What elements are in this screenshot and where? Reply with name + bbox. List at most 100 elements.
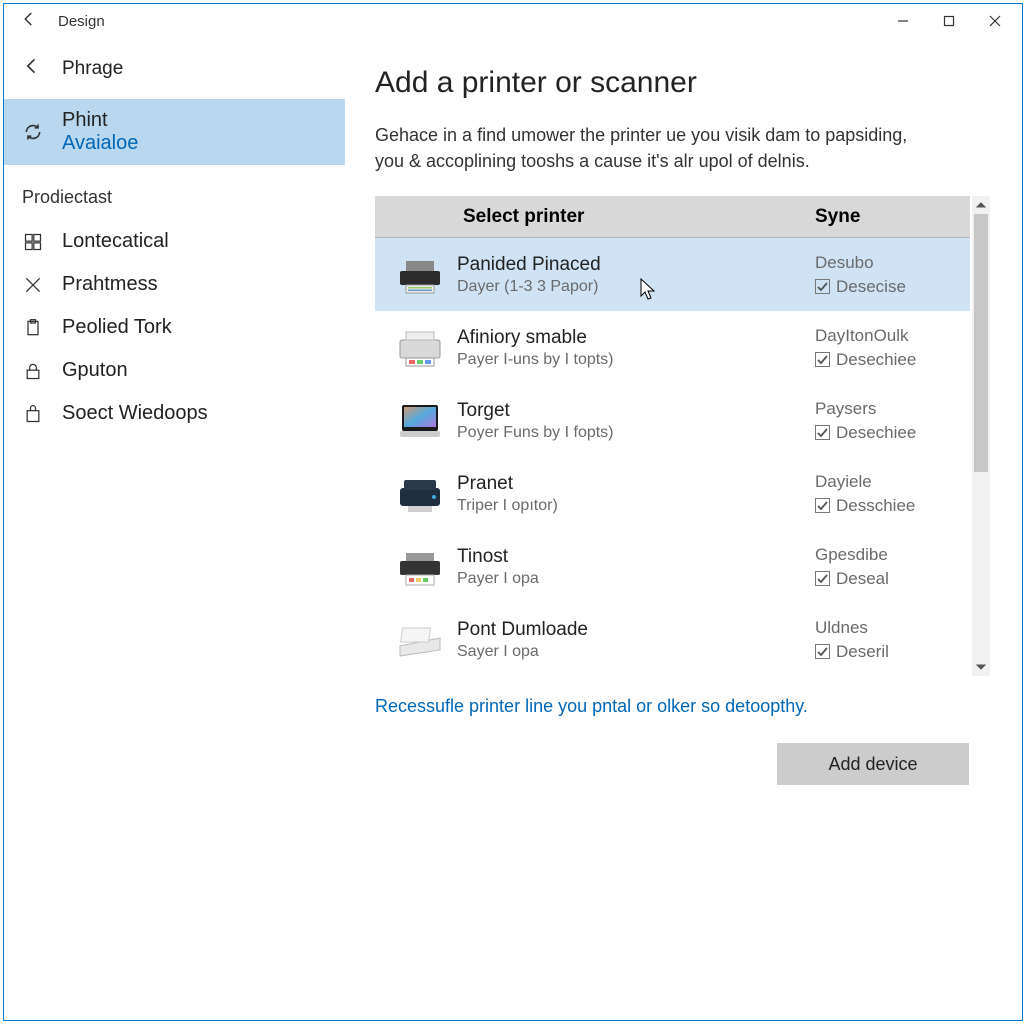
printer-icon	[385, 472, 455, 516]
printer-row[interactable]: Pranet Triper I opıtor)Dayiele Desschiee	[375, 457, 970, 530]
sidebar-item-gputon[interactable]: Gputon	[4, 349, 345, 392]
sidebar-back-row[interactable]: Phrage	[4, 56, 345, 99]
printer-sync: Dayiele Desschiee	[815, 472, 960, 516]
sidebar-item-label: Peolied Tork	[62, 316, 172, 339]
sidebar-item-text: Phint Avaialoe	[62, 109, 138, 155]
printer-name: Pranet	[457, 473, 815, 495]
sidebar-item-label: Soect Wiedoops	[62, 402, 208, 425]
printer-name: Tinost	[457, 546, 815, 568]
page-title: Add a printer or scanner	[375, 66, 970, 100]
window-title: Design	[58, 13, 105, 30]
help-link[interactable]: Recessufle printer line you pntal or olk…	[375, 696, 970, 717]
scrollbar[interactable]	[972, 196, 990, 676]
sidebar-item-label: Prahtmess	[62, 273, 158, 296]
printer-sync: Paysers Desechiee	[815, 399, 960, 443]
printer-name: Pont Dumloade	[457, 619, 815, 641]
lock-icon	[22, 360, 44, 382]
sidebar-item-lontecatical[interactable]: Lontecatical	[4, 220, 345, 263]
printer-sync: DesuboDesecise	[815, 253, 960, 297]
sidebar-item-label: Lontecatical	[62, 230, 169, 253]
sync-status: Uldnes	[815, 618, 960, 638]
list-header: Select printer Syne	[375, 196, 970, 238]
printer-row[interactable]: Panided Pinaced Dayer (1-3 3 Papor)Desubo…	[375, 238, 970, 311]
scroll-down-icon[interactable]	[972, 658, 990, 676]
maximize-button[interactable]	[926, 5, 972, 37]
scroll-thumb[interactable]	[974, 214, 988, 472]
printer-sync: DayItonOulk Desechiee	[815, 326, 960, 370]
sync-check-label: Desechiee	[836, 423, 916, 443]
sync-check-label: Desechiee	[836, 350, 916, 370]
list-body: Panided Pinaced Dayer (1-3 3 Papor)Desubo…	[375, 238, 970, 676]
scroll-up-icon[interactable]	[972, 196, 990, 214]
printer-sub: Sayer I opa	[457, 643, 815, 661]
column-header-sync[interactable]: Syne	[815, 206, 970, 228]
sidebar-item-peolied-tork[interactable]: Peolied Tork	[4, 306, 345, 349]
printer-icon	[385, 545, 455, 589]
sidebar-item-line1: Phint	[62, 109, 138, 132]
printer-sub: Dayer (1-3 3 Papor)	[457, 278, 815, 296]
printer-row[interactable]: Tinost Payer I opaGpesdibeDeseal	[375, 530, 970, 603]
sidebar-item-prahtmess[interactable]: Prahtmess	[4, 263, 345, 306]
titlebar-left: Design	[20, 10, 105, 33]
grid-icon	[22, 231, 44, 253]
sync-checkbox[interactable]: Deseal	[815, 569, 960, 589]
printer-sync: GpesdibeDeseal	[815, 545, 960, 589]
sync-check-label: Desecise	[836, 277, 906, 297]
printer-name: Torget	[457, 400, 815, 422]
back-icon[interactable]	[20, 10, 38, 33]
back-icon	[22, 56, 42, 81]
sidebar-item-soect-wiedoops[interactable]: Soect Wiedoops	[4, 392, 345, 435]
sidebar-item-label: Gputon	[62, 359, 128, 382]
sync-status: Paysers	[815, 399, 960, 419]
cursor-icon	[640, 278, 658, 307]
sync-status: DayItonOulk	[815, 326, 960, 346]
sync-check-label: Deseal	[836, 569, 889, 589]
printer-sub: Payer I-uns by I topts)	[457, 351, 815, 369]
settings-window: Design Phrage Phint Avaialoe	[3, 3, 1023, 1021]
add-device-button[interactable]: Add device	[777, 743, 969, 785]
printer-icon	[385, 326, 455, 370]
page-description: Gehace in a find umower the printer ue y…	[375, 122, 935, 174]
printer-name: Afiniory smable	[457, 327, 815, 349]
printer-main: Pont Dumloade Sayer I opa	[455, 619, 815, 661]
sync-checkbox[interactable]: Desecise	[815, 277, 960, 297]
printer-icon	[385, 399, 455, 443]
printer-icon	[385, 253, 455, 297]
printer-sync: Uldnes Deseril	[815, 618, 960, 662]
titlebar: Design	[4, 4, 1022, 38]
clipboard-icon	[22, 317, 44, 339]
tools-icon	[22, 274, 44, 296]
sync-check-label: Desschiee	[836, 496, 915, 516]
scroll-track[interactable]	[972, 214, 990, 658]
sidebar: Phrage Phint Avaialoe Prodiectast Lontec…	[4, 38, 345, 1020]
printer-icon	[385, 618, 455, 662]
printer-name: Panided Pinaced	[457, 254, 815, 276]
printer-main: Afiniory smable Payer I-uns by I topts)	[455, 327, 815, 369]
close-button[interactable]	[972, 5, 1018, 37]
sync-check-label: Deseril	[836, 642, 889, 662]
sidebar-item-line2: Avaialoe	[62, 132, 138, 155]
body: Phrage Phint Avaialoe Prodiectast Lontec…	[4, 38, 1022, 1020]
printer-sub: Payer I opa	[457, 570, 815, 588]
sync-checkbox[interactable]: Desschiee	[815, 496, 960, 516]
content: Add a printer or scanner Gehace in a fin…	[345, 38, 1022, 1020]
printer-row[interactable]: Pont Dumloade Sayer I opaUldnes Deseril	[375, 603, 970, 676]
printer-row[interactable]: Afiniory smable Payer I-uns by I topts)Da…	[375, 311, 970, 384]
printer-main: Panided Pinaced Dayer (1-3 3 Papor)	[455, 254, 815, 296]
column-header-printer[interactable]: Select printer	[375, 206, 815, 228]
printer-list: Select printer Syne Panided Pinaced Dayer…	[375, 196, 970, 676]
sync-checkbox[interactable]: Desechiee	[815, 423, 960, 443]
printer-row[interactable]: Torget Poyer Funs by I fopts)Paysers Desec…	[375, 384, 970, 457]
window-controls	[880, 5, 1018, 37]
sync-status: Dayiele	[815, 472, 960, 492]
printer-main: Pranet Triper I opıtor)	[455, 473, 815, 515]
printer-sub: Triper I opıtor)	[457, 497, 815, 515]
sync-checkbox[interactable]: Desechiee	[815, 350, 960, 370]
printer-sub: Poyer Funs by I fopts)	[457, 424, 815, 442]
sync-checkbox[interactable]: Deseril	[815, 642, 960, 662]
printer-main: Torget Poyer Funs by I fopts)	[455, 400, 815, 442]
sidebar-back-label: Phrage	[62, 58, 123, 80]
sidebar-item-phint[interactable]: Phint Avaialoe	[4, 99, 345, 165]
minimize-button[interactable]	[880, 5, 926, 37]
sync-icon	[22, 121, 44, 143]
